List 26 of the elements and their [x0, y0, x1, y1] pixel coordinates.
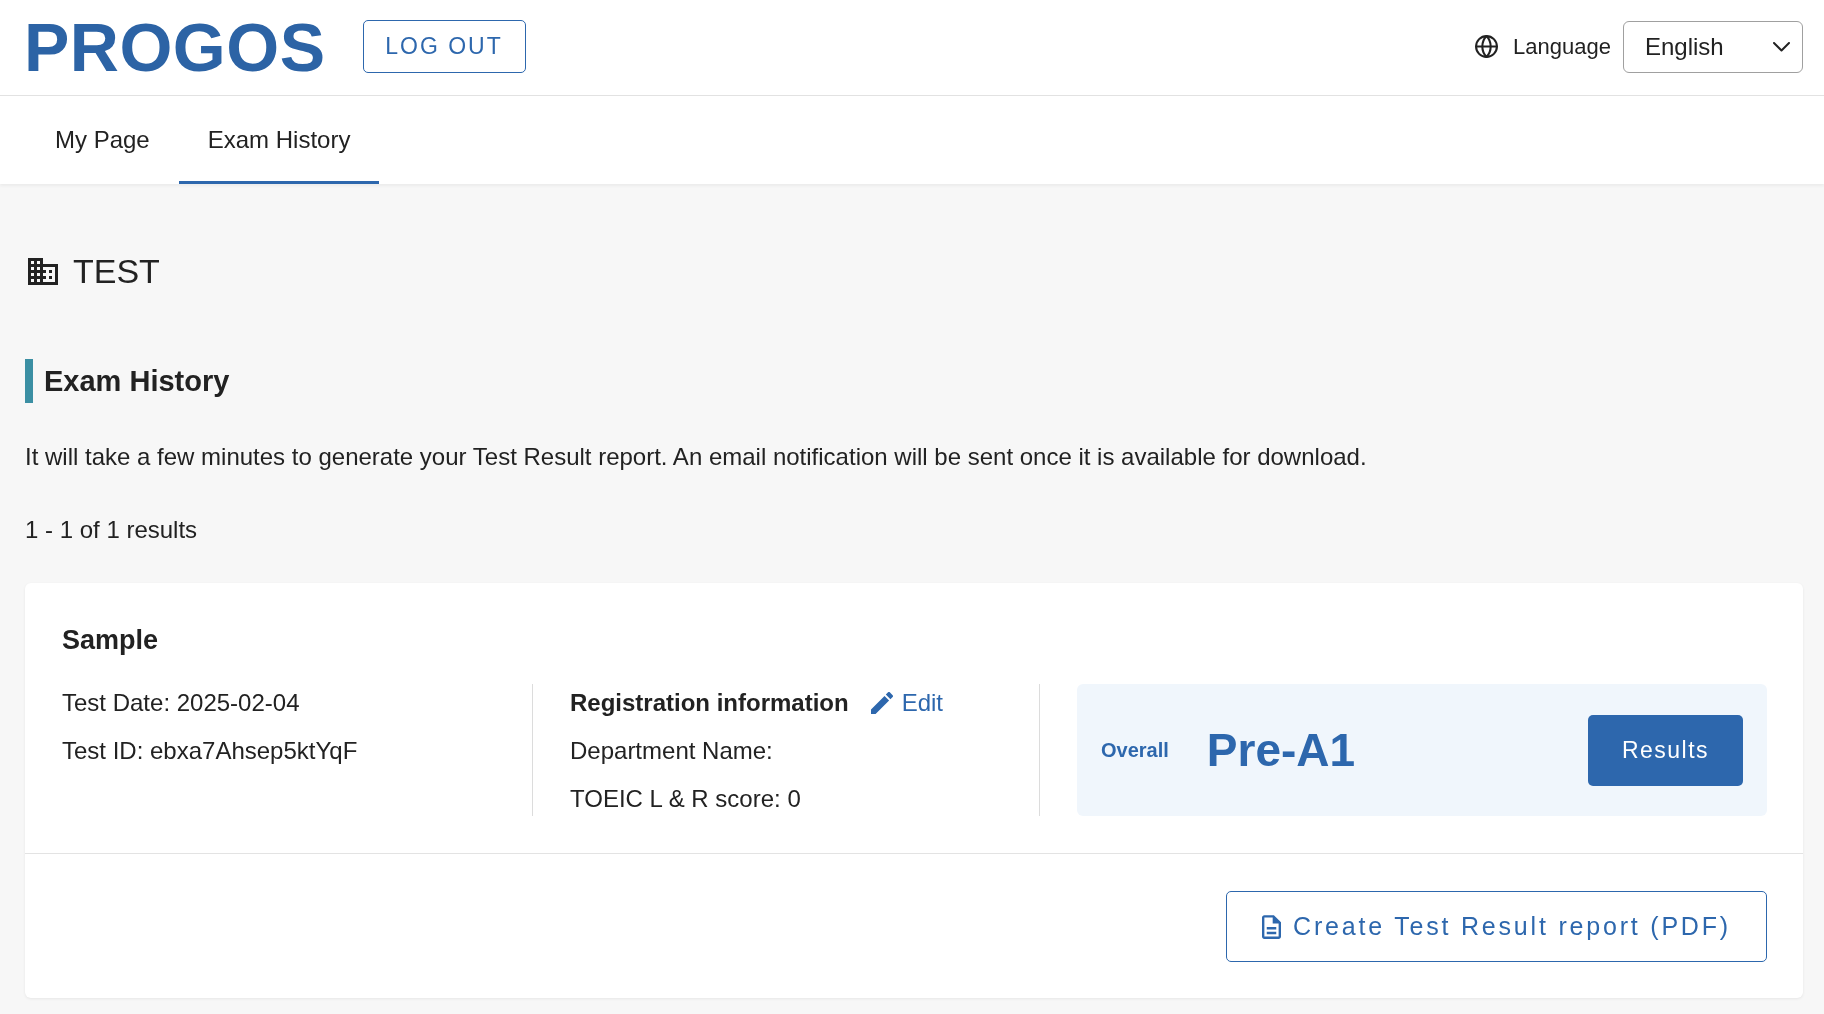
- registration-field: TOEIC L & R score: 0: [570, 784, 801, 814]
- building-icon: [28, 257, 58, 285]
- logo-text: PROGOS: [24, 12, 326, 81]
- language-label: Language: [1513, 33, 1611, 60]
- edit-link[interactable]: Edit: [870, 688, 944, 718]
- report-button[interactable]: Create Test Result report (PDF): [1226, 891, 1767, 962]
- test-detail: Test ID: ebxa7Ahsep5ktYqF: [62, 736, 358, 766]
- globe-icon: [1474, 34, 1500, 59]
- results-button[interactable]: Results: [1588, 714, 1743, 786]
- test-detail: Test Date: 2025-02-04: [62, 688, 300, 718]
- logout-button[interactable]: LOG OUT: [362, 20, 526, 73]
- result-title: Sample: [62, 625, 159, 655]
- pencil-icon: [870, 692, 893, 714]
- organization-name: TEST: [73, 251, 160, 291]
- overall-level: Pre-A1: [1206, 727, 1356, 773]
- nav-tab[interactable]: Exam History: [178, 96, 380, 184]
- result-count: 1 - 1 of 1 results: [25, 515, 198, 545]
- overall-label: Overall: [1101, 738, 1169, 762]
- registration-field: Department Name:: [570, 736, 773, 766]
- section-heading: Exam History: [25, 359, 234, 403]
- chevron-down-icon: [1773, 41, 1790, 52]
- nav-tab[interactable]: My Page: [26, 96, 179, 184]
- language-select[interactable]: English: [1623, 20, 1803, 73]
- notice-text: It will take a few minutes to generate your Test Result report. An email notification will be sent once it is available for download.: [25, 442, 1367, 472]
- registration-title: Registration information: [570, 688, 849, 718]
- document-icon: [1262, 914, 1282, 939]
